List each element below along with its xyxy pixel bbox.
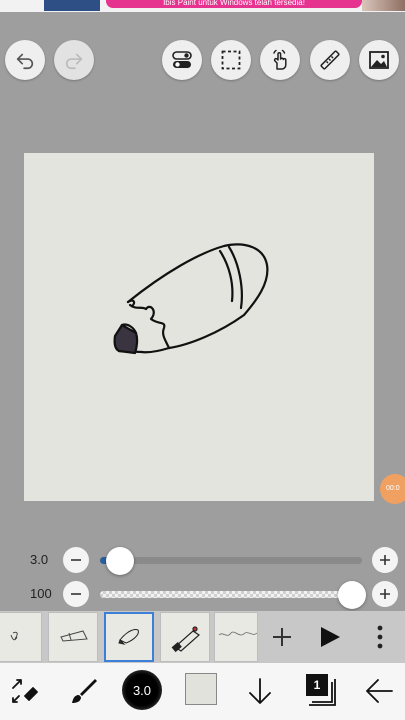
plus-icon [380,555,390,565]
arrow-down-icon [249,678,271,704]
color-swatch[interactable] [185,673,217,705]
selection-button[interactable] [211,40,251,80]
back-button[interactable] [358,670,400,712]
undo-icon [16,53,34,70]
opacity-slider[interactable]: 100 [0,579,405,609]
redo-button[interactable] [54,40,94,80]
opacity-increase-button[interactable] [372,581,398,607]
image-button[interactable] [359,40,399,80]
plus-icon [273,628,291,646]
more-options-button[interactable] [362,619,398,655]
opacity-value: 100 [30,586,52,601]
banner-image [362,0,405,11]
timer-badge[interactable]: 00:0 [380,474,405,504]
brush-size-value: 3.0 [30,552,49,567]
more-vertical-icon [377,625,383,649]
arrow-left-icon [366,679,393,703]
brush-size-slider[interactable]: 3.0 [0,545,405,575]
layer-thumbnail[interactable] [214,612,258,662]
brush-size-increase-button[interactable] [372,547,398,573]
redo-icon [65,53,83,70]
brush-size-indicator[interactable]: 3.0 [122,670,162,710]
banner-message: Ibis Paint untuk Windows telah tersedia! [106,0,362,8]
selection-icon [221,50,241,70]
layer-strip [0,611,405,663]
brush-tool-button[interactable] [62,670,104,712]
merge-down-button[interactable] [239,670,281,712]
add-layer-button[interactable] [264,619,300,655]
minus-icon [71,593,81,595]
opacity-decrease-button[interactable] [63,581,89,607]
brush-size-thumb[interactable] [106,547,135,575]
opacity-thumb[interactable] [338,581,366,609]
layer-count-badge: 1 [306,674,328,696]
ruler-icon [320,50,340,70]
opacity-track[interactable] [100,591,362,598]
play-button[interactable] [312,619,348,655]
brush-icon [72,679,97,703]
hand-gesture-icon [273,49,287,70]
layer-thumbnail[interactable] [48,612,98,662]
plus-icon [380,589,390,599]
brush-size-decrease-button[interactable] [63,547,89,573]
ad-banner[interactable]: Ibis Paint untuk Windows telah tersedia! [0,0,405,12]
layer-thumbnail[interactable] [160,612,210,662]
hand-gesture-button[interactable] [260,40,300,80]
ruler-button[interactable] [310,40,350,80]
toggle-button[interactable] [162,40,202,80]
layer-thumbnail[interactable] [0,612,42,662]
brush-size-track[interactable] [100,557,362,564]
minus-icon [71,559,81,561]
toggle-icon [172,51,192,68]
layer-thumbnail-selected[interactable] [104,612,154,662]
transform-tool-icon [12,679,38,703]
play-icon [321,627,340,647]
pencil-sketch [113,243,269,355]
undo-button[interactable] [5,40,45,80]
transform-tool-button[interactable] [3,670,45,712]
drawing-canvas[interactable] [24,153,374,501]
banner-logo [44,0,100,11]
image-icon [369,51,389,69]
